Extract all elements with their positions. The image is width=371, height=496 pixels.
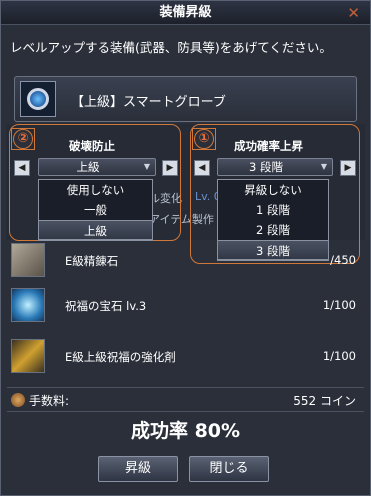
material-name: 祝福の宝石 lv.3 <box>65 299 147 313</box>
upgrade-window: 装備昇級 ✕ レベルアップする装備(武器、防具等)をあげてください。 【上級】ス… <box>0 0 371 496</box>
material-count: 1/100 <box>322 298 356 312</box>
close-icon[interactable]: ✕ <box>347 1 360 25</box>
success-title: 成功確率上昇 <box>234 139 303 153</box>
success-select[interactable]: 3 段階 ▼ <box>217 158 333 176</box>
protect-badge: ② <box>13 129 33 149</box>
material-count: /450 <box>330 253 356 267</box>
fee-row: 手数料: 552 コイン <box>9 390 364 410</box>
fee-value: 552 コイン <box>293 394 356 408</box>
success-prev-button[interactable]: ◀ <box>194 160 210 176</box>
success-option[interactable]: 昇級しない <box>218 180 328 200</box>
chevron-down-icon: ▼ <box>143 162 150 171</box>
protect-option[interactable]: 使用しない <box>39 180 152 200</box>
target-item-name: 【上級】スマートグローブ <box>71 95 226 110</box>
target-item-slot[interactable]: 【上級】スマートグローブ <box>14 76 357 122</box>
success-option[interactable]: 2 段階 <box>218 220 328 240</box>
success-selected-value: 3 段階 <box>249 160 283 174</box>
smart-glove-icon <box>20 81 56 117</box>
blessing-gem-icon <box>11 288 45 322</box>
material-name: E級精錬石 <box>65 254 119 268</box>
chevron-down-icon: ▼ <box>320 162 327 171</box>
material-count: 1/100 <box>322 349 356 363</box>
material-row: E級上級祝福の強化剤 1/100 <box>7 337 364 377</box>
upgrade-button[interactable]: 昇級 <box>98 456 178 482</box>
protect-select[interactable]: 上級 ▼ <box>38 158 156 176</box>
instruction-text: レベルアップする装備(武器、防具等)をあげてください。 <box>10 40 332 55</box>
material-row: 祝福の宝石 lv.3 1/100 <box>7 286 364 326</box>
close-button[interactable]: 閉じる <box>189 456 269 482</box>
fee-label: 手数料: <box>29 394 70 408</box>
window-title: 装備昇級 <box>159 5 212 20</box>
divider <box>7 411 364 412</box>
title-bar[interactable]: 装備昇級 ✕ <box>1 1 370 25</box>
protect-selected-value: 上級 <box>76 160 100 174</box>
coin-icon <box>11 393 25 407</box>
material-row: E級精錬石 /450 <box>7 241 364 281</box>
success-rate: 成功率 80% <box>130 420 241 442</box>
protect-option-selected[interactable]: 上級 <box>39 220 152 240</box>
material-name: E級上級祝福の強化剤 <box>65 350 176 364</box>
protect-option[interactable]: 一般 <box>39 200 152 220</box>
protect-title: 破壊防止 <box>69 139 115 153</box>
success-next-button[interactable]: ▶ <box>340 160 356 176</box>
success-badge: ① <box>194 129 214 149</box>
divider <box>7 387 364 388</box>
refining-stone-icon <box>11 243 45 277</box>
protect-next-button[interactable]: ▶ <box>162 160 178 176</box>
success-option[interactable]: 1 段階 <box>218 200 328 220</box>
protect-prev-button[interactable]: ◀ <box>14 160 30 176</box>
enhancer-icon <box>11 339 45 373</box>
protect-dropdown: 使用しない 一般 上級 <box>38 179 153 241</box>
